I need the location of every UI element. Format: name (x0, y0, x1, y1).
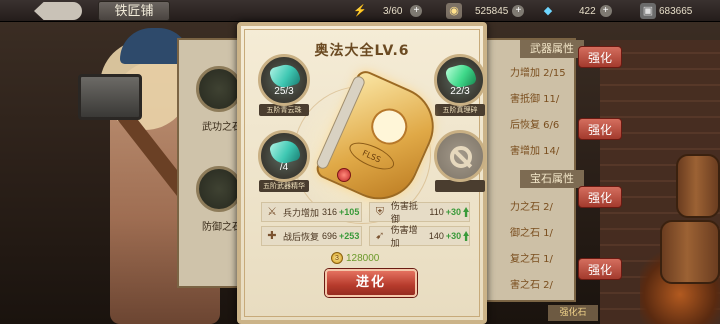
refine-button[interactable]: 强化 (578, 46, 622, 68)
gold-counter: ◉ 525845 + (446, 2, 525, 20)
up-arrow-icon (463, 207, 469, 217)
shield-icon: ⛨ (375, 205, 385, 218)
evolve-cost: 3 128000 (331, 252, 379, 264)
swirl-emblem-icon (365, 102, 414, 151)
add-gold-button[interactable]: + (512, 5, 525, 17)
diamond-counter: ◆ 422 + (540, 2, 612, 20)
stone-counter: ▣ 683665 (640, 2, 692, 20)
evolve-dialog: 奥法大全LV.6 25/3 五阶青云珠 22/3 五阶真理碎 /4 五阶武器精华… (237, 22, 487, 324)
material-slot-2[interactable]: 22/3 五阶真理碎 (433, 54, 487, 116)
refine-button[interactable]: 强化 (578, 258, 622, 280)
refine-button[interactable]: 强化 (578, 118, 622, 140)
attr-row: 后恢复 6/6 (510, 120, 560, 131)
refine-stone-tab[interactable]: 强化石 (548, 305, 598, 321)
attr-row: 害抵御 11/ (510, 94, 560, 105)
energy-counter: ⚡ 3/60 + (352, 2, 423, 20)
stat-recovery: ✚ 战后恢复 696 +253 (261, 226, 362, 246)
gold-icon: ◉ (446, 3, 462, 19)
top-bar: 铁匠铺 ⚡ 3/60 + ◉ 525845 + ◆ 422 + ▣ 683665 (0, 0, 720, 22)
attr-row: 复之石 1/ (510, 254, 553, 265)
evolve-button[interactable]: 进化 (325, 269, 417, 297)
charm-icon (337, 168, 351, 182)
material-slot-3[interactable]: /4 五阶武器精华 (257, 130, 311, 192)
stat-attack: ⚔ 兵力增加 316 +105 (261, 202, 362, 222)
lightning-icon: ⚡ (353, 5, 367, 17)
attr-row: 害增加 14/ (510, 146, 560, 157)
weapon-attr-header: 武器属性 (520, 40, 584, 58)
up-arrow-icon (463, 231, 469, 241)
sword-icon: ⚔ (267, 205, 277, 218)
stat-defense: ⛨ 伤害抵御 110 +30 (369, 202, 470, 225)
add-energy-button[interactable]: + (410, 5, 423, 17)
page-title: 铁匠铺 (98, 1, 170, 21)
heal-icon: ✚ (267, 229, 277, 242)
stat-damage: ➹ 伤害增加 140 +30 (369, 226, 470, 249)
attr-row: 御之石 1/ (510, 228, 553, 239)
attr-row: 力之石 2/ (510, 202, 553, 213)
material-slot-empty (433, 130, 487, 192)
stone-icon: ▣ (640, 3, 656, 19)
gem-slot-1[interactable] (196, 66, 242, 112)
attr-row: 害之石 2/ (510, 280, 553, 291)
add-diamond-button[interactable]: + (599, 5, 612, 17)
diamond-icon: ◆ (543, 5, 553, 17)
gem-attr-header: 宝石属性 (520, 170, 584, 188)
hammer-icon (78, 74, 142, 120)
barrel (660, 220, 720, 284)
attr-row: 力增加 2/15 (510, 68, 566, 79)
material-slot-1[interactable]: 25/3 五阶青云珠 (257, 54, 311, 116)
coin-icon: 3 (331, 252, 343, 264)
barrel (676, 154, 720, 218)
back-button[interactable] (34, 2, 82, 20)
damage-icon: ➹ (375, 229, 385, 242)
gem-slot-2[interactable] (196, 166, 242, 212)
ban-icon (450, 146, 472, 168)
refine-button[interactable]: 强化 (578, 186, 622, 208)
